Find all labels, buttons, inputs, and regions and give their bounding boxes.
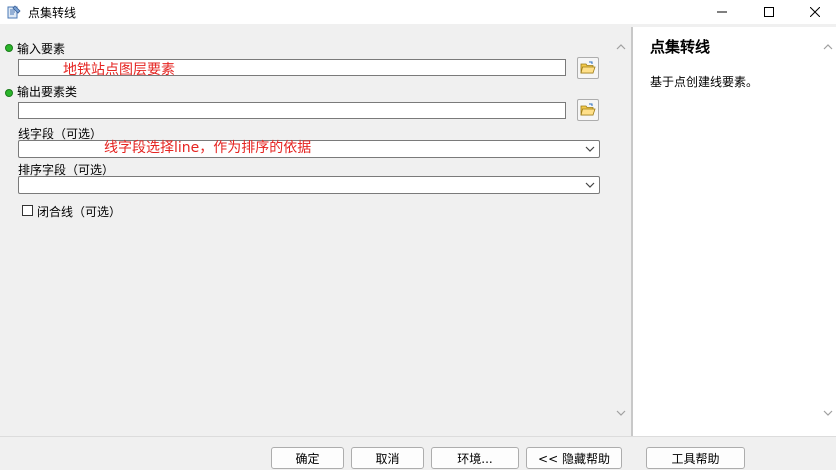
chevron-down-icon — [585, 182, 595, 188]
maximize-button[interactable] — [746, 0, 792, 24]
close-line-label: 闭合线（可选） — [37, 205, 122, 219]
hide-help-button[interactable]: << 隐藏帮助 — [526, 447, 622, 469]
help-title: 点集转线 — [650, 38, 711, 56]
input-features-label: 输入要素 — [17, 42, 66, 56]
close-button[interactable] — [792, 0, 836, 24]
environments-button[interactable]: 环境... — [431, 447, 519, 469]
output-feature-class-label: 输出要素类 — [17, 85, 78, 99]
open-folder-icon — [580, 61, 596, 74]
maximize-icon — [764, 7, 774, 17]
sort-field-dropdown[interactable] — [18, 176, 600, 194]
parameters-panel: 输入要素 地铁站点图层要素 输出要素类 线字段（可选） 线字段选择line，作为… — [0, 27, 611, 436]
ok-button[interactable]: 确定 — [271, 447, 344, 469]
help-description: 基于点创建线要素。 — [650, 75, 759, 89]
output-feature-class-browse-button[interactable] — [577, 99, 599, 121]
close-icon — [810, 7, 820, 17]
dialog-button-bar: 确定 取消 环境... << 隐藏帮助 工具帮助 — [0, 436, 836, 470]
tool-help-button[interactable]: 工具帮助 — [646, 447, 745, 469]
chevron-up-icon[interactable] — [615, 41, 627, 53]
close-line-checkbox[interactable] — [22, 205, 33, 216]
required-indicator-icon — [5, 44, 13, 52]
chevron-down-icon[interactable] — [822, 407, 834, 419]
chevron-up-icon[interactable] — [822, 41, 834, 53]
cancel-button[interactable]: 取消 — [351, 447, 424, 469]
chevron-down-icon — [585, 146, 595, 152]
title-bar[interactable]: 点集转线 — [0, 0, 836, 24]
minimize-icon — [717, 11, 727, 13]
output-feature-class-field[interactable] — [18, 102, 566, 119]
help-scrollbar[interactable] — [820, 27, 836, 436]
open-folder-icon — [580, 103, 596, 116]
minimize-button[interactable] — [699, 0, 745, 24]
input-features-browse-button[interactable] — [577, 57, 599, 79]
input-features-annotation: 地铁站点图层要素 — [63, 62, 175, 78]
parameters-scrollbar[interactable] — [611, 27, 631, 436]
line-field-annotation: 线字段选择line，作为排序的依据 — [104, 140, 312, 156]
required-indicator-icon — [5, 89, 13, 97]
chevron-down-icon[interactable] — [615, 407, 627, 419]
window-title: 点集转线 — [28, 6, 77, 20]
help-panel: 点集转线 基于点创建线要素。 — [633, 27, 820, 436]
toolbox-icon — [7, 5, 21, 19]
